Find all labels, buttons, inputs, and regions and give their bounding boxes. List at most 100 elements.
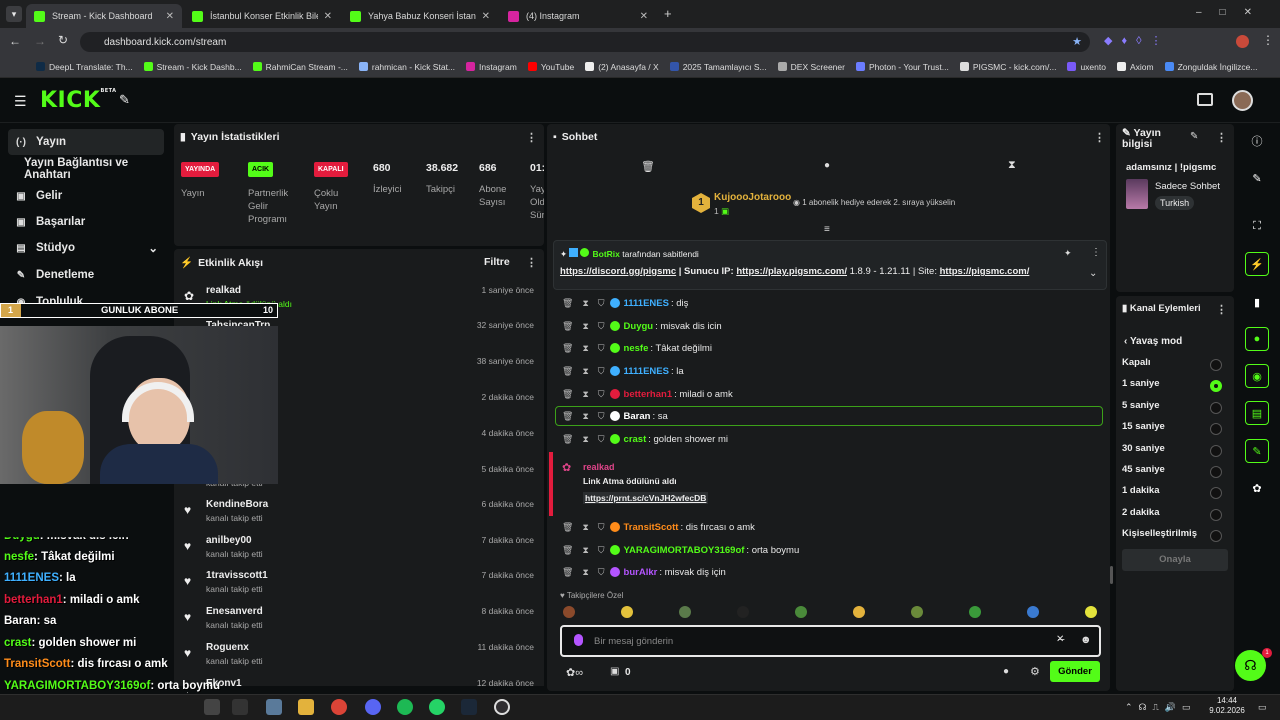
- chat-message[interactable]: 🗑 ⧗ ⛉ nesfe: Tâkat değilmi: [562, 339, 712, 357]
- slow-mode-option[interactable]: 2 dakika: [1122, 507, 1230, 525]
- bookmark-item[interactable]: Photon - Your Trust...: [855, 62, 949, 72]
- spotify-icon[interactable]: [397, 699, 413, 715]
- hourglass-icon[interactable]: ⧗: [1008, 159, 1016, 172]
- radio-button[interactable]: [1210, 380, 1222, 392]
- bookmark-item[interactable]: YouTube: [527, 62, 574, 72]
- emote-icon[interactable]: [969, 606, 981, 618]
- close-icon[interactable]: ✕: [476, 11, 490, 22]
- emote-icon[interactable]: [1027, 606, 1039, 618]
- bolt-icon[interactable]: ⚡: [1245, 252, 1269, 276]
- tray-icons[interactable]: ⌃☊⎍🔊▭: [1125, 702, 1197, 713]
- info-icon[interactable]: ⓘ: [1245, 129, 1269, 153]
- avatar[interactable]: [1232, 90, 1253, 111]
- ban-icon[interactable]: ⛉: [598, 298, 605, 309]
- reward-link[interactable]: https://prnt.sc/cVnJH2wfecDB: [583, 492, 709, 504]
- emote-icon[interactable]: [563, 606, 575, 618]
- taskview-icon[interactable]: [232, 699, 248, 715]
- timeout-icon[interactable]: ⧗: [582, 567, 588, 578]
- chat-icon[interactable]: ●: [1245, 327, 1269, 351]
- bookmark-item[interactable]: Stream - Kick Dashb...: [143, 62, 242, 72]
- timeout-icon[interactable]: ⧗: [582, 434, 588, 445]
- timeout-icon[interactable]: ⧗: [582, 389, 588, 400]
- chat-message[interactable]: 🗑 ⧗ ⛉ burAlkr: misvak diş için: [562, 563, 726, 581]
- radio-button[interactable]: [1210, 487, 1222, 499]
- chat-message[interactable]: 🗑 ⧗ ⛉ 1111ENES: diş: [562, 294, 688, 312]
- kick-logo[interactable]: KICKBETA: [40, 88, 117, 113]
- stats-icon[interactable]: ▮: [1245, 290, 1269, 314]
- pin-icon[interactable]: ✎: [119, 92, 130, 108]
- address-bar[interactable]: dashboard.kick.com/stream ★: [80, 32, 1090, 52]
- timeout-icon[interactable]: ⧗: [582, 545, 588, 556]
- collapse-icon[interactable]: ≡: [824, 224, 830, 235]
- stream-info-menu-icon[interactable]: ⋮: [1216, 131, 1227, 144]
- broadcast-icon[interactable]: ◉: [1245, 364, 1269, 388]
- edit-icon[interactable]: ✎: [1190, 131, 1198, 142]
- activity-item[interactable]: ♥ anilbey00 kanalı takip etti 7 dakika önce: [184, 535, 534, 567]
- radio-button[interactable]: [1210, 402, 1222, 414]
- radio-button[interactable]: [1210, 423, 1222, 435]
- timeout-icon[interactable]: ⧗: [582, 321, 588, 332]
- obs-icon[interactable]: [494, 699, 510, 715]
- files-icon[interactable]: [298, 699, 314, 715]
- chat-username[interactable]: burAlkr: [624, 567, 658, 578]
- chat-message[interactable]: 🗑 ⧗ ⛉ YARAGIMORTABOY3169of: orta boymu: [562, 541, 799, 559]
- radio-button[interactable]: [1210, 530, 1222, 542]
- ban-icon[interactable]: ⛉: [598, 567, 605, 578]
- reload-icon[interactable]: ↻: [58, 33, 68, 47]
- chrome-icon[interactable]: [331, 699, 347, 715]
- unpin-icon[interactable]: ✦: [1064, 248, 1072, 259]
- slow-mode-option[interactable]: Kapalı: [1122, 357, 1230, 375]
- chat-username[interactable]: betterhan1: [624, 389, 673, 400]
- nav-basarilar[interactable]: ▣ Başarılar: [8, 209, 164, 235]
- bookmark-item[interactable]: uxento: [1067, 62, 1106, 72]
- ban-icon[interactable]: ⛉: [598, 389, 605, 400]
- expand-icon[interactable]: ⌄: [1089, 268, 1097, 279]
- chat-username[interactable]: nesfe: [624, 343, 649, 354]
- explorer-icon[interactable]: [266, 699, 282, 715]
- emote-icon[interactable]: [621, 606, 633, 618]
- send-button[interactable]: Gönder: [1050, 661, 1100, 682]
- tab-instagram[interactable]: (4) Instagram ✕: [500, 4, 656, 28]
- theatre-icon[interactable]: [1197, 93, 1213, 106]
- filter-button[interactable]: Filtre: [484, 256, 510, 268]
- delete-icon[interactable]: 🗑: [562, 434, 573, 445]
- emote-icon[interactable]: [853, 606, 865, 618]
- search-icon[interactable]: [204, 699, 220, 715]
- pinned-link[interactable]: https://pigsmc.com/: [940, 266, 1030, 277]
- trash-icon[interactable]: 🗑: [641, 160, 655, 173]
- emote-icon[interactable]: [795, 606, 807, 618]
- activity-item[interactable]: ♥ Enesanverd kanalı takip etti 8 dakika önc…: [184, 606, 534, 638]
- bookmark-item[interactable]: (2) Anasayfa / X: [585, 62, 659, 72]
- bookmark-item[interactable]: PIGSMC - kick.com/...: [959, 62, 1056, 72]
- timeout-icon[interactable]: ⧗: [582, 343, 588, 354]
- chat-username[interactable]: TransitScott: [624, 522, 679, 533]
- points-icon[interactable]: ✿: [1245, 476, 1269, 500]
- delete-icon[interactable]: 🗑: [562, 343, 573, 354]
- emote-icon[interactable]: [1085, 606, 1097, 618]
- timeout-icon[interactable]: ⧗: [582, 522, 588, 533]
- category-name[interactable]: Sadece Sohbet: [1155, 181, 1220, 192]
- message-icon[interactable]: ●: [824, 160, 830, 171]
- mic-icon[interactable]: [574, 634, 583, 646]
- chat-username[interactable]: YARAGIMORTABOY3169of: [624, 545, 745, 556]
- stats-menu-icon[interactable]: ⋮: [526, 131, 537, 144]
- bookmark-item[interactable]: DeepL Translate: Th...: [36, 62, 133, 72]
- slow-mode-option[interactable]: 1 saniye: [1122, 378, 1230, 396]
- slow-mode-option[interactable]: Kişiselleştirilmiş: [1122, 528, 1230, 546]
- back-icon[interactable]: ←: [9, 34, 21, 48]
- delete-icon[interactable]: 🗑: [562, 389, 573, 400]
- nav-studyo[interactable]: ▤ Stüdyo ⌄: [8, 235, 164, 261]
- hamburger-icon[interactable]: ☰: [14, 93, 27, 110]
- discord-icon[interactable]: [365, 699, 381, 715]
- clock[interactable]: 14:44 9.02.2026: [1205, 696, 1249, 716]
- translate-icon[interactable]: ✕̶: [1056, 634, 1064, 645]
- nav-denetleme[interactable]: ✎ Denetleme: [8, 262, 164, 288]
- chat-username[interactable]: 1111ENES: [624, 298, 669, 309]
- tab-kick-dashboard[interactable]: Stream - Kick Dashboard ✕: [26, 4, 182, 28]
- window-controls[interactable]: –□✕: [1196, 7, 1270, 18]
- slow-mode-option[interactable]: 30 saniye: [1122, 443, 1230, 461]
- edit-icon[interactable]: ✎: [1245, 166, 1269, 190]
- nav-yayin-baglantisi[interactable]: Yayın Bağlantısı ve Anahtarı: [8, 156, 164, 182]
- radio-button[interactable]: [1210, 509, 1222, 521]
- forward-icon[interactable]: →: [34, 34, 46, 48]
